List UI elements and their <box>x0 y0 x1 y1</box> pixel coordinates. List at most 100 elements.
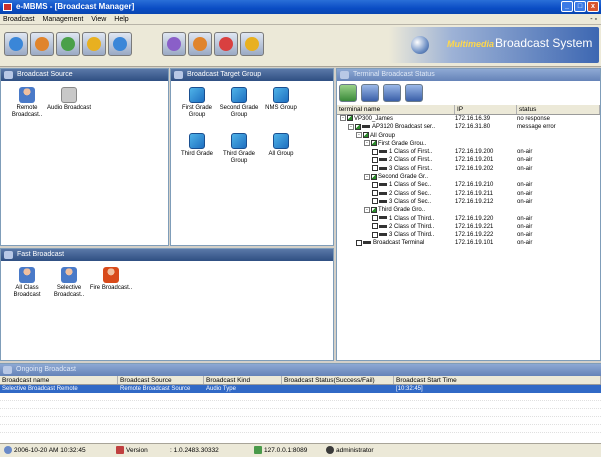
tree-row-name: - Second Grade Gr.. <box>364 173 428 181</box>
panel-title: Broadcast Source <box>17 71 73 78</box>
tree-checkbox[interactable] <box>372 231 378 238</box>
tree-checkbox[interactable] <box>372 223 378 230</box>
tree-checkbox[interactable] <box>372 156 378 163</box>
col-broadcast-source[interactable]: Broadcast Source <box>118 376 204 384</box>
tree-checkbox[interactable] <box>371 173 377 180</box>
fast-selective-broadcast[interactable]: Selective Broadcast.. <box>45 267 93 299</box>
tree-checkbox[interactable] <box>372 165 378 172</box>
tree-checkbox[interactable] <box>372 190 378 197</box>
tree-row[interactable]: Broadcast Terminal 172.16.19.101 on-air <box>337 239 600 247</box>
tree-checkbox[interactable] <box>347 115 353 122</box>
toolbar-button-5[interactable] <box>108 32 132 56</box>
tree-row[interactable]: 2 Class of Third.. 172.16.19.221 on-air <box>337 223 600 231</box>
tree-row-status: on-air <box>517 198 533 205</box>
maximize-button[interactable]: □ <box>574 1 586 12</box>
tree-expander[interactable]: - <box>364 140 370 147</box>
broadcast-source-header: Broadcast Source <box>1 69 168 81</box>
tree-checkbox[interactable] <box>371 206 377 213</box>
toolbar-button-3[interactable] <box>56 32 80 56</box>
toolbar-button-6[interactable] <box>162 32 186 56</box>
target-all-group[interactable]: All Group <box>257 133 305 158</box>
tree-expander[interactable]: - <box>348 123 354 130</box>
stop-broadcast-button[interactable] <box>361 84 379 102</box>
play-broadcast-button[interactable] <box>339 84 357 102</box>
terminal-icon <box>379 166 387 170</box>
settings-button[interactable] <box>383 84 401 102</box>
tree-row[interactable]: - Second Grade Gr.. <box>337 173 600 181</box>
tree-expander[interactable]: - <box>364 206 370 213</box>
toolbar-button-1[interactable] <box>4 32 28 56</box>
tree-row-ip: 172.16.19.221 <box>455 223 494 230</box>
tree-row[interactable]: 1 Class of Sec.. 172.16.19.210 on-air <box>337 181 600 189</box>
tree-row-ip: 172.16.19.212 <box>455 198 494 205</box>
window-titlebar[interactable]: e-MBMS - [Broadcast Manager] _ □ x <box>0 0 601 14</box>
ongoing-table-header: Broadcast name Broadcast Source Broadcas… <box>0 376 601 385</box>
col-broadcast-start-time[interactable]: Broadcast Start Time <box>394 376 601 384</box>
tree-checkbox[interactable] <box>356 239 362 246</box>
toolbar-button-9[interactable] <box>240 32 264 56</box>
col-broadcast-status[interactable]: Broadcast Status(Success/Fail) <box>282 376 394 384</box>
toolbar-button-4[interactable] <box>82 32 106 56</box>
col-terminal-name[interactable]: terminal name <box>337 105 455 114</box>
tree-checkbox[interactable] <box>372 148 378 155</box>
tree-row-name: - AP3120 Broadcast ser.. <box>348 123 435 131</box>
tree-checkbox[interactable] <box>371 140 377 147</box>
toolbar-button-2[interactable] <box>30 32 54 56</box>
toolbar-button-7[interactable] <box>188 32 212 56</box>
menu-management[interactable]: Management <box>42 14 83 25</box>
tree-expander[interactable]: - <box>340 115 346 122</box>
fast-all-class-broadcast[interactable]: All Class Broadcast <box>3 267 51 299</box>
col-broadcast-kind[interactable]: Broadcast Kind <box>204 376 282 384</box>
mdi-controls[interactable]: - ▫ <box>590 14 597 25</box>
menu-broadcast[interactable]: Broadcast <box>3 14 35 25</box>
status-user: administrator <box>326 444 374 457</box>
tree-row[interactable]: 2 Class of First.. 172.16.19.201 on-air <box>337 156 600 164</box>
tree-checkbox[interactable] <box>355 123 361 130</box>
tree-expander[interactable]: - <box>364 173 370 180</box>
target-third-grade-group[interactable]: Third Grade Group <box>215 133 263 165</box>
menu-help[interactable]: Help <box>114 14 128 25</box>
target-second-grade-group[interactable]: Second Grade Group <box>215 87 263 119</box>
menu-view[interactable]: View <box>91 14 106 25</box>
terminal-icon <box>379 224 387 228</box>
toolbar-button-8[interactable] <box>214 32 238 56</box>
save-button[interactable] <box>405 84 423 102</box>
col-broadcast-name[interactable]: Broadcast name <box>0 376 118 384</box>
tree-checkbox[interactable] <box>372 181 378 188</box>
tree-row[interactable]: 3 Class of Sec.. 172.16.19.212 on-air <box>337 198 600 206</box>
tree-row[interactable]: 1 Class of First.. 172.16.19.200 on-air <box>337 148 600 156</box>
tree-row[interactable]: - VP300_James 172.16.16.39 no response <box>337 115 600 123</box>
tree-row[interactable]: 2 Class of Sec.. 172.16.19.211 on-air <box>337 190 600 198</box>
tree-row-name: 1 Class of Sec.. <box>372 181 431 189</box>
tree-row[interactable]: 3 Class of Third.. 172.16.19.222 on-air <box>337 231 600 239</box>
tree-row[interactable]: - All Group <box>337 132 600 140</box>
tree-row[interactable]: 1 Class of Third.. 172.16.19.220 on-air <box>337 214 600 223</box>
close-button[interactable]: x <box>587 1 599 12</box>
tree-row[interactable]: - AP3120 Broadcast ser.. 172.16.31.80 messa… <box>337 123 600 131</box>
tree-row[interactable]: - Third Grade Gro.. <box>337 206 600 214</box>
terminal-tree[interactable]: - VP300_James 172.16.16.39 no response - AP31… <box>337 115 600 248</box>
target-first-grade-group[interactable]: First Grade Group <box>173 87 221 119</box>
tree-checkbox[interactable] <box>363 132 369 139</box>
table-row[interactable]: Selective Broadcast Remote Remote Broadc… <box>0 385 601 393</box>
target-nms-group[interactable]: NMS Group <box>257 87 305 112</box>
tree-row[interactable]: 3 Class of First.. 172.16.19.202 on-air <box>337 165 600 173</box>
source-remote-broadcast[interactable]: Remote Broadcast.. <box>3 87 51 119</box>
tree-expander[interactable]: - <box>356 132 362 139</box>
fast-label: Fire Broadcast.. <box>89 285 133 291</box>
panel-title: Terminal Broadcast Status <box>353 71 435 78</box>
globe-icon <box>411 36 429 54</box>
tree-checkbox[interactable] <box>372 198 378 205</box>
fast-fire-broadcast[interactable]: Fire Broadcast.. <box>87 267 135 292</box>
ongoing-broadcast-panel: Ongoing Broadcast Broadcast name Broadca… <box>0 363 601 443</box>
col-status[interactable]: status <box>517 105 600 114</box>
target-third-grade[interactable]: Third Grade <box>173 133 221 158</box>
fast-broadcast-icon <box>4 251 13 259</box>
group-header-icon <box>174 71 183 79</box>
tree-checkbox[interactable] <box>372 214 378 221</box>
tree-row[interactable]: - First Grade Grou.. <box>337 140 600 148</box>
col-ip[interactable]: IP <box>455 105 517 114</box>
source-audio-broadcast[interactable]: Audio Broadcast <box>45 87 93 112</box>
minimize-button[interactable]: _ <box>561 1 573 12</box>
tree-row-status: on-air <box>517 215 533 222</box>
